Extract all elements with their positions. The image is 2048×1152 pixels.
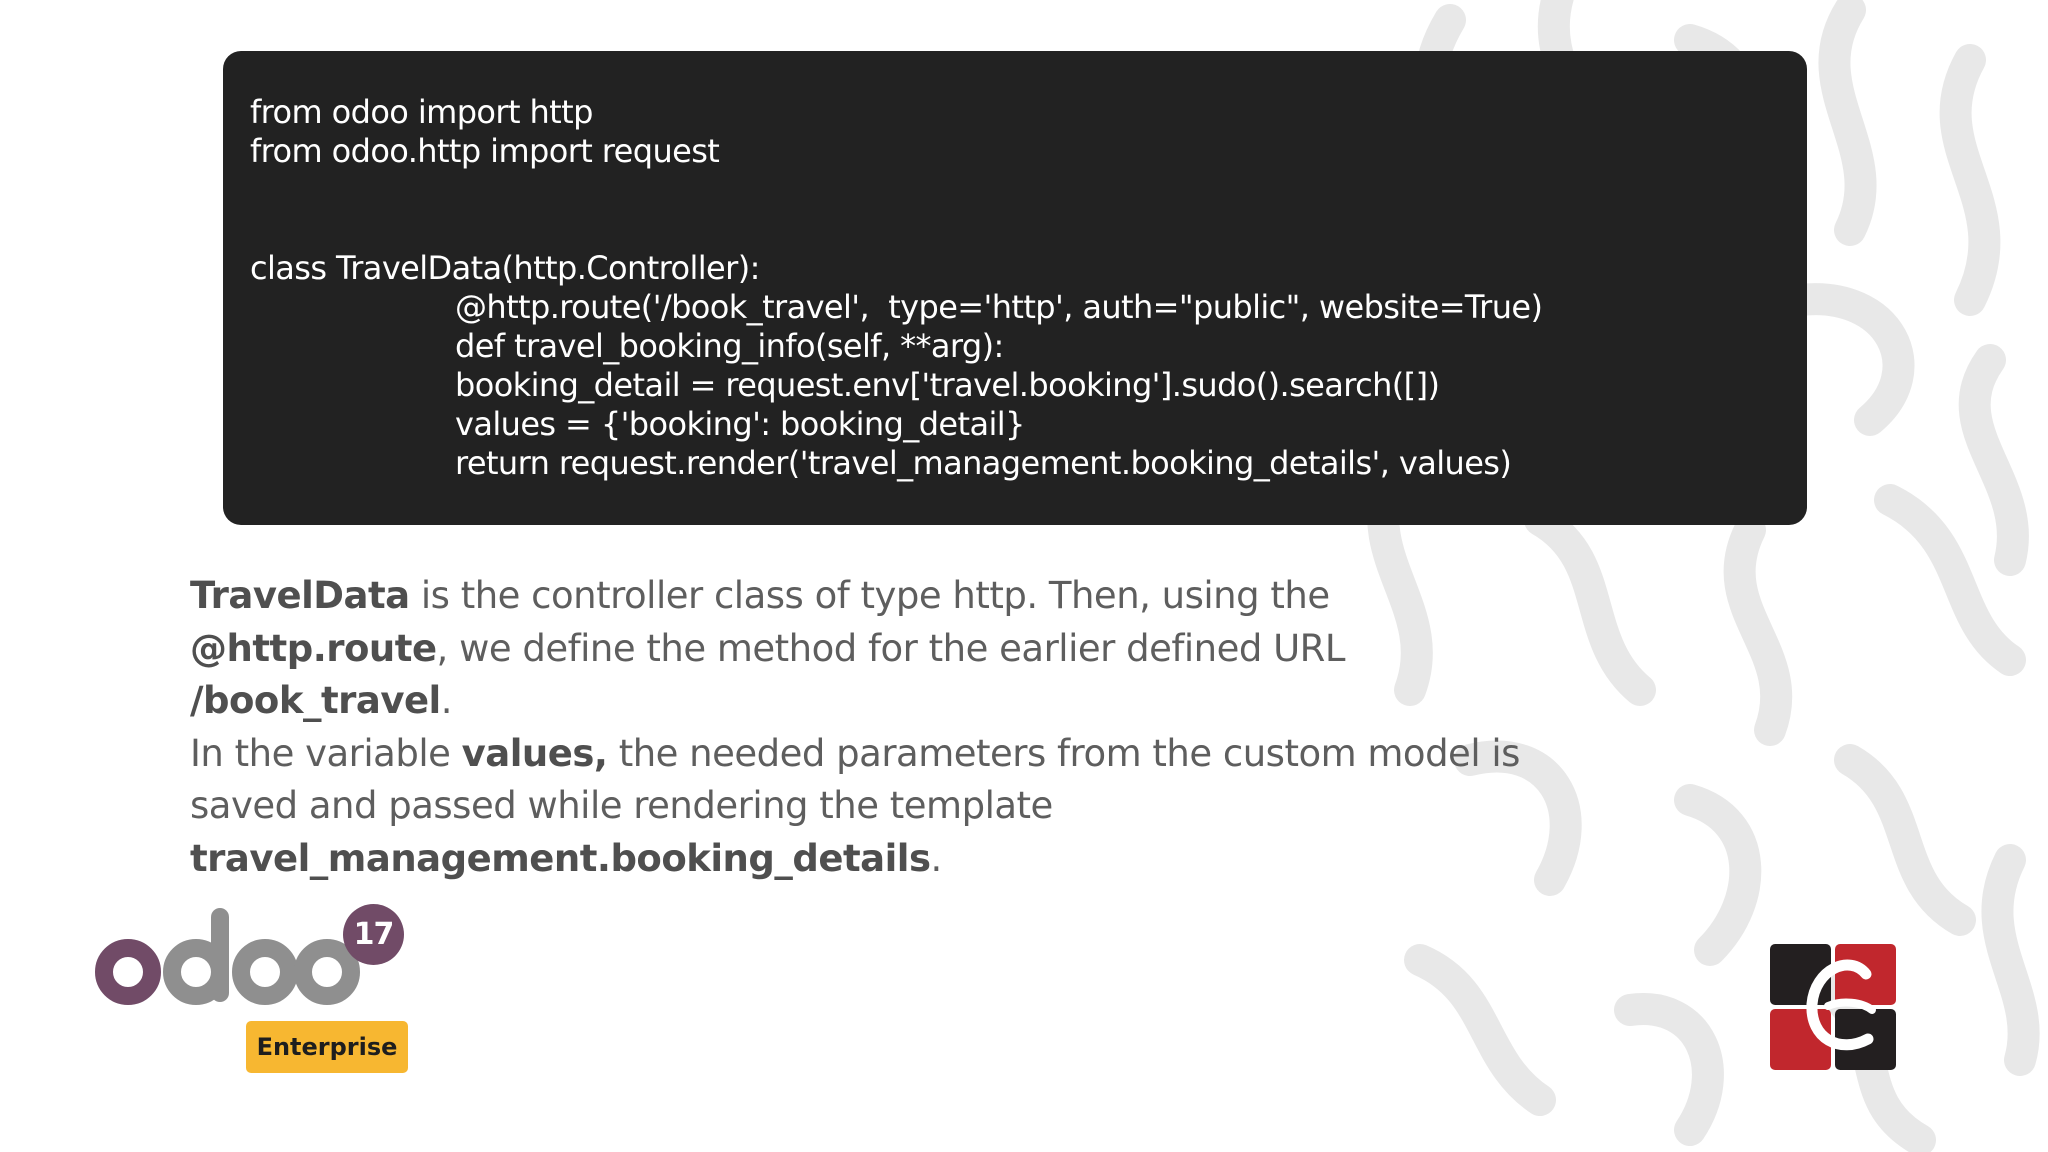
description: TravelData is the controller class of ty…	[190, 570, 1550, 885]
description-text: .	[440, 679, 453, 722]
odoo-logo-o3	[294, 939, 360, 1005]
bold-term: TravelData	[190, 574, 410, 617]
description-text: In the variable	[190, 731, 462, 775]
bold-term: @http.route	[190, 626, 437, 670]
odoo-logo-o1	[95, 939, 161, 1005]
enterprise-badge: Enterprise	[246, 1021, 408, 1073]
bold-term: values,	[461, 731, 608, 775]
code-block: from odoo import http from odoo.http imp…	[223, 51, 1807, 525]
description-paragraph-1: TravelData is the controller class of ty…	[190, 570, 1550, 728]
description-text: .	[930, 836, 943, 880]
description-text: , we define the method for the earlier d…	[436, 626, 1346, 670]
code-line: from odoo import http	[250, 93, 593, 131]
code-line: @http.route('/book_travel', type='http',…	[455, 288, 1543, 326]
code-line: class TravelData(http.Controller):	[250, 249, 760, 287]
company-logo	[1770, 944, 1896, 1070]
code-line: return request.render('travel_management…	[455, 444, 1512, 482]
odoo-logo-o2	[232, 939, 298, 1005]
version-badge: 17	[343, 904, 404, 965]
code-line: from odoo.http import request	[250, 132, 720, 170]
code-line: def travel_booking_info(self, **arg):	[455, 327, 1004, 365]
description-text: is the controller class of type http. Th…	[409, 574, 1330, 617]
bold-term: /book_travel	[190, 679, 441, 722]
code-line: values = {'booking': booking_detail}	[455, 405, 1025, 443]
code-line: booking_detail = request.env['travel.boo…	[455, 366, 1440, 404]
bold-term: travel_management.booking_details	[190, 836, 931, 880]
description-paragraph-2: In the variable values, the needed param…	[190, 728, 1550, 886]
